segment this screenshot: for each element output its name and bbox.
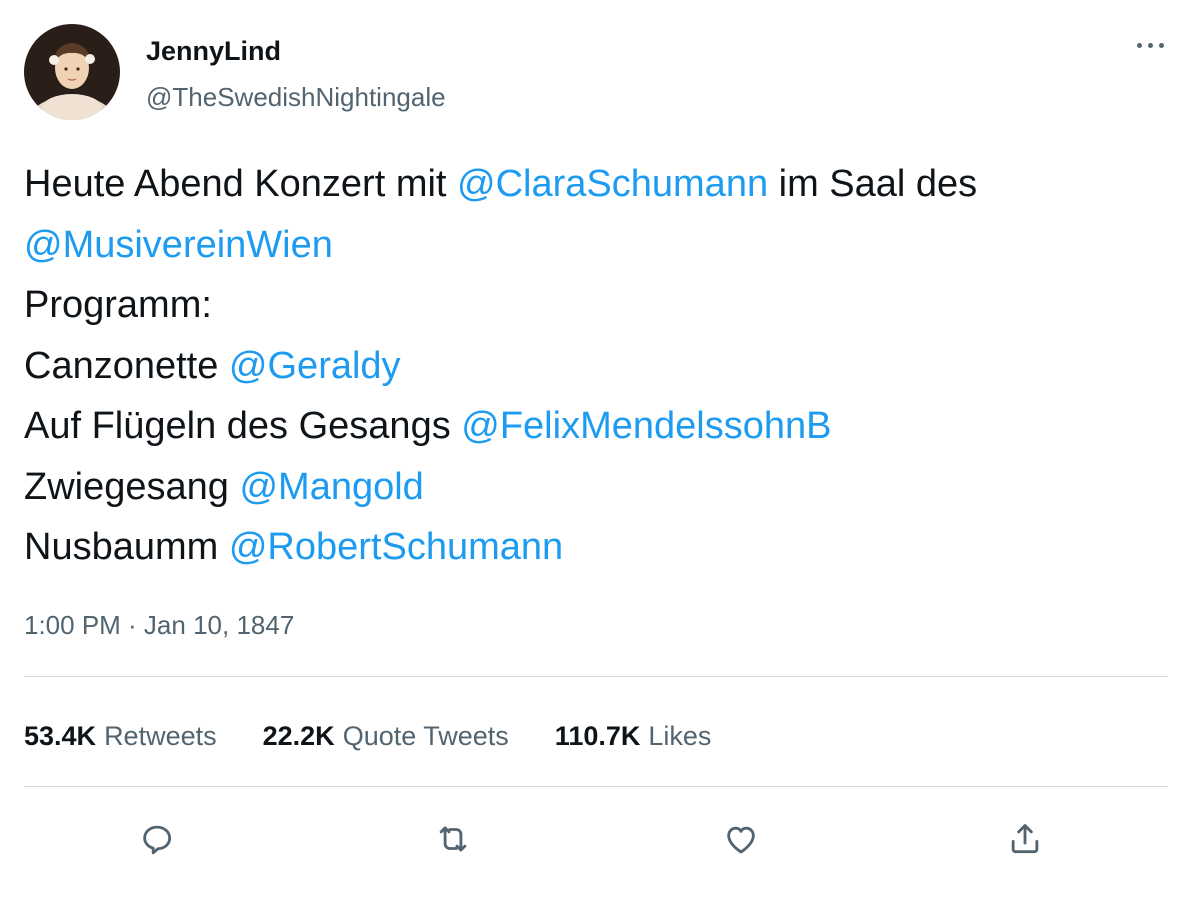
tweet-text-segment: Canzonette xyxy=(24,344,229,387)
avatar[interactable] xyxy=(24,24,120,120)
likes-count: 110.7K xyxy=(554,720,641,751)
tweet-line: Heute Abend Konzert mit @ClaraSchumann i… xyxy=(24,154,1174,215)
more-dot-icon xyxy=(1136,42,1142,48)
tweet-line: @MusivereinWien xyxy=(24,215,1174,276)
tweet-line: Programm: xyxy=(24,275,1174,336)
author-handle[interactable]: @TheSwedishNightingale xyxy=(146,82,446,113)
action-bar xyxy=(0,808,1192,868)
tweet-text-segment: im Saal des xyxy=(768,163,978,205)
reply-icon xyxy=(143,825,172,855)
reply-button[interactable] xyxy=(134,816,180,862)
tweet-line: Canzonette @Geraldy xyxy=(24,336,1174,397)
tweet-text-segment: Nusbaumm xyxy=(24,526,229,568)
share-button[interactable] xyxy=(1002,816,1048,862)
tweet-text-segment: Zwiegesang xyxy=(24,465,240,508)
mention-link[interactable]: @ClaraSchumann xyxy=(457,163,768,205)
tweet-line: Auf Flügeln des Gesangs @FelixMendelssoh… xyxy=(24,396,1174,457)
share-icon xyxy=(1011,824,1039,854)
quote-tweets-count: 22.2K xyxy=(262,720,335,751)
tweet-timestamp[interactable]: 1:00 PM · Jan 10, 1847 xyxy=(24,610,294,641)
mention-link[interactable]: @Mangold xyxy=(239,466,423,508)
more-dot-icon xyxy=(1158,42,1164,48)
retweets-count: 53.4K xyxy=(24,720,97,751)
retweets-label: Retweets xyxy=(104,720,217,751)
tweet-line: Nusbaumm @RobertSchumann xyxy=(24,517,1174,578)
tweet-text-segment: Auf Flügeln des Gesangs xyxy=(24,405,462,447)
like-button[interactable] xyxy=(718,816,764,862)
quote-tweets-label: Quote Tweets xyxy=(342,720,509,751)
retweet-button[interactable] xyxy=(430,816,476,862)
divider xyxy=(24,676,1168,677)
divider xyxy=(24,786,1168,787)
likes-label: Likes xyxy=(648,720,712,751)
mention-link[interactable]: @RobertSchumann xyxy=(229,526,563,568)
mention-link[interactable]: @MusivereinWien xyxy=(24,224,333,266)
author-display-name[interactable]: JennyLind xyxy=(146,36,281,67)
portrait-avatar-icon xyxy=(24,24,120,120)
likes-stat[interactable]: 110.7K Likes xyxy=(555,721,712,752)
engagement-stats: 53.4K Retweets 22.2K Quote Tweets 110.7K… xyxy=(24,716,757,756)
more-options-button[interactable] xyxy=(1130,30,1170,60)
tweet-text: Heute Abend Konzert mit @ClaraSchumann i… xyxy=(24,154,1174,578)
heart-icon xyxy=(727,826,755,854)
retweets-stat[interactable]: 53.4K Retweets xyxy=(24,721,217,752)
mention-link[interactable]: @Geraldy xyxy=(229,345,401,387)
quote-tweets-stat[interactable]: 22.2K Quote Tweets xyxy=(263,721,509,752)
retweet-icon xyxy=(439,826,467,852)
tweet-text-segment: Programm: xyxy=(24,284,212,326)
tweet-text-segment: Heute Abend Konzert mit xyxy=(24,163,458,205)
tweet-line: Zwiegesang @Mangold xyxy=(24,457,1174,518)
mention-link[interactable]: @FelixMendelssohnB xyxy=(461,405,831,447)
more-dot-icon xyxy=(1147,42,1153,48)
